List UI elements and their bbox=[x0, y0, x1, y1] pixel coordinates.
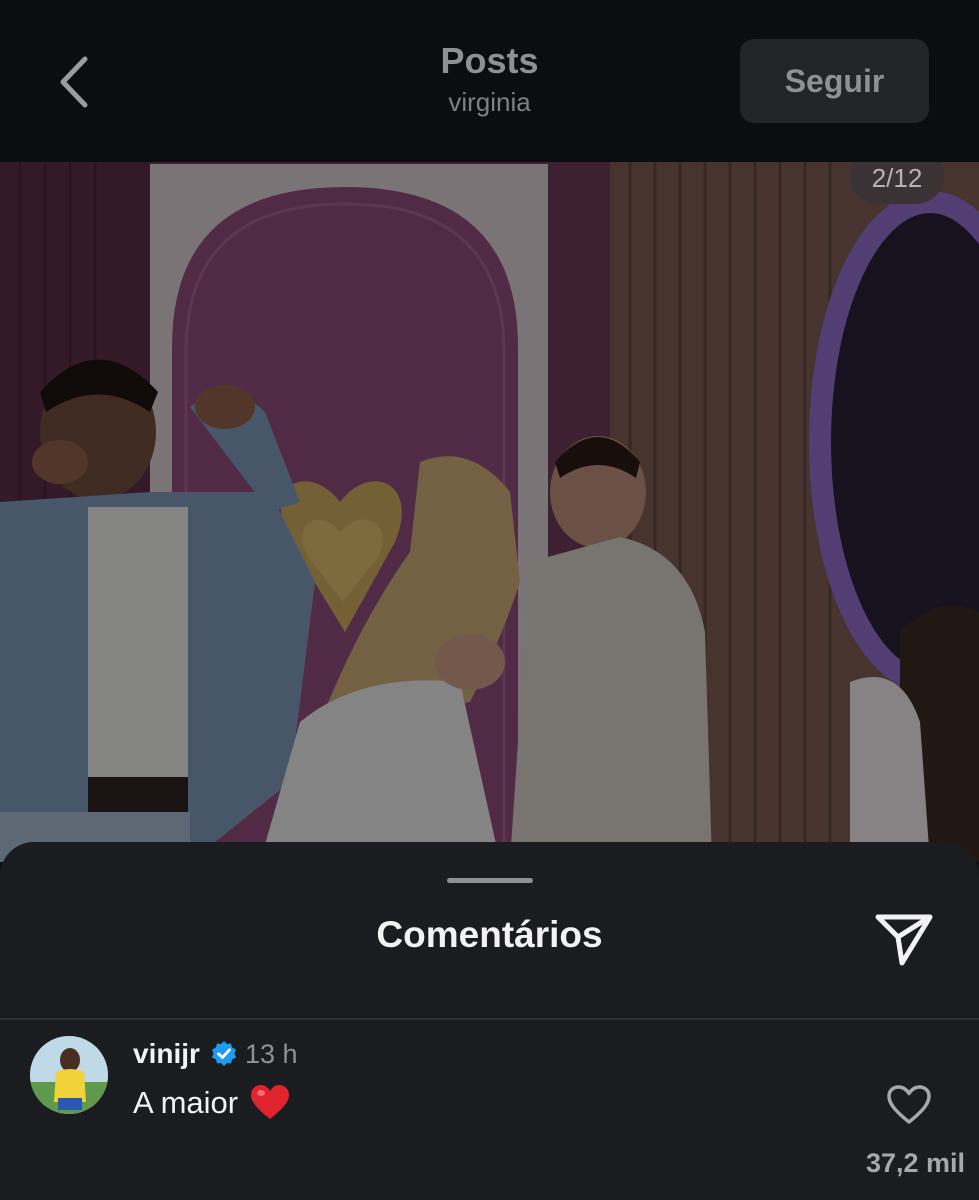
dim-overlay bbox=[0, 162, 979, 862]
like-comment-button[interactable] bbox=[886, 1084, 932, 1126]
avatar-image bbox=[30, 1036, 108, 1114]
comment-text: A maior bbox=[133, 1085, 239, 1120]
comment-timestamp: 13 h bbox=[245, 1039, 298, 1069]
post-photo[interactable]: 2/12 bbox=[0, 162, 979, 862]
share-button[interactable] bbox=[872, 909, 938, 969]
comment-item: vinijr 13 h A maior 37,2 mil bbox=[0, 1020, 979, 1200]
paper-plane-icon bbox=[875, 914, 933, 966]
avatar[interactable] bbox=[30, 1036, 108, 1114]
comment-body: A maior bbox=[133, 1084, 290, 1122]
image-counter-text: 2/12 bbox=[871, 162, 923, 193]
top-bar: Posts virginia Seguir bbox=[0, 0, 979, 162]
verified-badge-icon bbox=[212, 1041, 236, 1066]
comments-title: Comentários bbox=[376, 914, 603, 955]
heart-outline-icon bbox=[887, 1085, 931, 1124]
comment-username[interactable]: vinijr bbox=[133, 1038, 200, 1070]
comments-sheet: Comentários vinijr 13 h A maior 37,2 mil bbox=[0, 842, 979, 1200]
comment-like-count: 37,2 mil bbox=[865, 1148, 965, 1178]
image-counter-badge: 2/12 bbox=[850, 162, 944, 204]
red-heart-emoji-icon bbox=[251, 1085, 290, 1119]
follow-button[interactable]: Seguir bbox=[740, 39, 929, 123]
sheet-drag-handle[interactable] bbox=[447, 878, 533, 883]
